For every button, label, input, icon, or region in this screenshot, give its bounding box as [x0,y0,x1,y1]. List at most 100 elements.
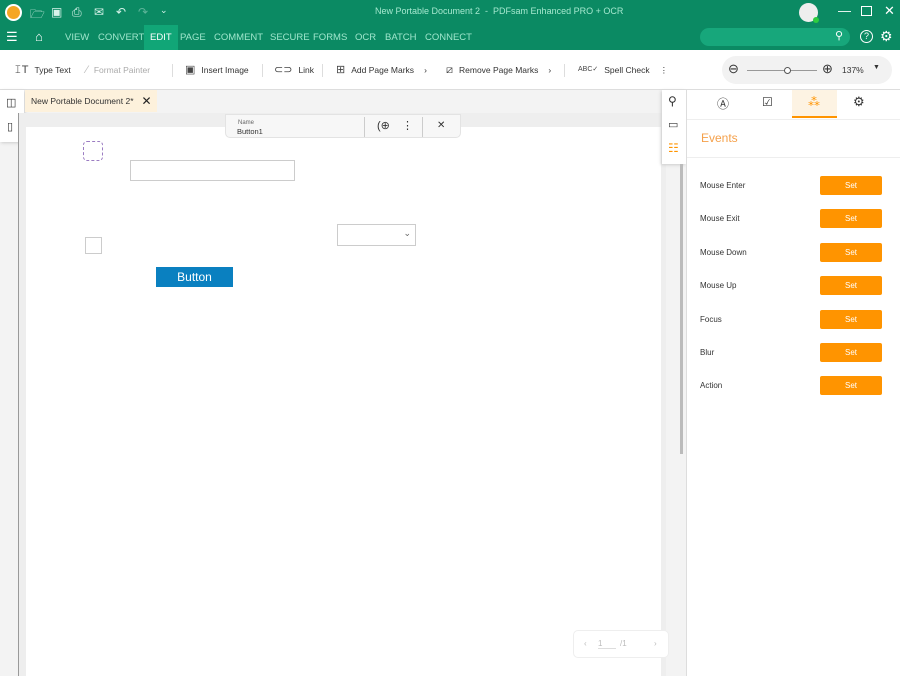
save-icon[interactable]: ▣ [51,5,62,19]
menu-ocr[interactable]: OCR [355,25,376,50]
set-event-button[interactable]: Set [820,276,882,296]
prev-page-icon[interactable]: ‹ [584,639,587,648]
event-label: Mouse Down [700,247,747,257]
menu-connect[interactable]: CONNECT [425,25,472,50]
page-input[interactable]: 1 [598,639,616,649]
open-icon[interactable]: 🗁 [30,5,45,26]
close-icon[interactable]: ✕ [437,120,445,131]
set-event-button[interactable]: Set [820,343,882,362]
scrollbar[interactable] [680,164,683,454]
event-label: Mouse Enter [700,181,746,190]
dropdown-field[interactable]: ⌄ [337,224,416,246]
zoom-level[interactable]: 137% [842,65,864,75]
bookmark-icon[interactable]: ▯ [7,120,13,133]
name-label: Name [238,120,255,126]
menu-convert[interactable]: CONVERT [98,25,144,50]
menu-view[interactable]: VIEW [65,25,89,50]
panel-title: Events [701,131,738,145]
spell-check-icon: ABC✓ [578,66,599,73]
radio-field-selected[interactable] [83,141,103,161]
spell-check-button[interactable]: ABC✓ Spell Check ⋮ [578,50,668,90]
divider [172,64,173,77]
type-text-button[interactable]: 𝙸T Type Text [14,50,71,90]
divider [322,64,323,77]
tab-events[interactable]: ⁂ [792,90,837,118]
settings-icon[interactable]: ⚙ [880,28,893,45]
checkbox-field[interactable] [85,237,102,254]
pdf-page [26,127,661,676]
zoom-slider[interactable] [747,67,817,74]
menu-secure[interactable]: SECURE [270,25,310,50]
maximize-icon[interactable] [861,6,872,16]
tab-options[interactable]: ☑ [762,95,773,109]
avatar[interactable] [799,3,819,23]
panel-icon[interactable]: ▭ [668,118,678,131]
title-bar: 🗁 ▣ ⎙ ✉ ↶ ↷ ⌄ New Portable Document 2 - … [0,0,900,25]
event-label: Action [700,381,723,391]
type-text-icon: 𝙸T [14,64,29,76]
remove-page-marks-button[interactable]: ⧄ Remove Page Marks › [446,50,551,90]
text-field[interactable] [130,160,295,181]
close-icon[interactable]: ✕ [884,3,895,19]
chevron-down-icon[interactable]: ⌄ [160,5,168,16]
zoom-out-icon[interactable]: ⊖ [728,61,739,77]
help-icon[interactable]: ? [860,30,873,43]
tab-settings[interactable]: ⚙ [853,94,865,110]
event-label: Mouse Up [700,281,737,291]
remove-page-icon: ⧄ [446,64,453,76]
pager: ‹ 1 /1 › [573,630,669,658]
add-action-icon[interactable]: (⊕ [377,119,390,132]
properties-icon[interactable]: ☷ [668,141,679,155]
window-title: New Portable Document 2 - PDFsam Enhance… [375,6,624,16]
search-input[interactable]: ⚲ [700,28,850,46]
cursor-click-icon: ⁂ [808,95,820,109]
event-label: Blur [700,348,715,357]
search-icon: ⚲ [834,30,843,42]
hamburger-icon[interactable]: ☰ [6,29,18,45]
brush-icon: ⁄ [86,64,88,76]
field-popup: Name Button1 (⊕ ⋮ ✕ [225,114,461,138]
undo-icon[interactable]: ↶ [116,5,126,19]
close-tab-icon[interactable]: ✕ [142,94,152,108]
menu-page[interactable]: PAGE [180,25,206,50]
event-label: Mouse Exit [700,214,740,224]
set-event-button[interactable]: Set [820,242,882,262]
minimize-icon[interactable]: — [838,3,851,18]
event-label: Focus [700,314,722,324]
redo-icon[interactable]: ↷ [138,5,148,19]
page-total: /1 [620,639,627,648]
set-event-button[interactable]: Set [820,209,882,229]
set-event-button[interactable]: Set [820,309,882,329]
tab-appearance[interactable]: Ⓐ [717,95,729,112]
set-event-button[interactable]: Set [820,176,882,195]
sidebar-icon[interactable]: ◫ [6,96,16,109]
menu-batch[interactable]: BATCH [385,25,417,50]
menu-comment[interactable]: COMMENT [214,25,263,50]
divider [564,64,565,77]
form-button[interactable]: Button [156,267,233,287]
insert-image-button[interactable]: ▣ Insert Image [185,50,249,90]
zoom-control: ⊖ ⊕ 137% ▼ [722,56,892,84]
set-event-button[interactable]: Set [820,376,882,396]
page-canvas [18,113,666,676]
zoom-in-icon[interactable]: ⊕ [822,61,833,77]
link-icon: ⊂⊃ [274,64,293,76]
print-icon[interactable]: ⎙ [72,5,82,20]
home-icon[interactable]: ⌂ [35,29,43,44]
link-button[interactable]: ⊂⊃ Link [274,50,314,90]
menu-edit[interactable]: EDIT [144,25,178,50]
menu-forms[interactable]: FORMS [313,25,347,50]
chevron-down-icon[interactable]: ▼ [873,64,880,71]
add-page-marks-button[interactable]: ⊞ Add Page Marks › [336,50,427,90]
name-field[interactable]: Button1 [237,127,263,136]
next-page-icon[interactable]: › [654,639,657,648]
doc-tab[interactable]: New Portable Document 2* ✕ [25,90,157,112]
toolbar: 𝙸T Type Text ⁄ Format Painter ▣ Insert Imag… [0,50,900,90]
format-painter-button[interactable]: ⁄ Format Painter [86,50,150,90]
email-icon[interactable]: ✉ [94,5,104,19]
more-icon[interactable]: ⋮ [402,119,413,132]
divider [262,64,263,77]
chevron-down-icon: ⌄ [403,228,411,238]
search-icon[interactable]: ⚲ [668,94,677,108]
menu-bar: ☰ ⌂ VIEW CONVERT EDIT PAGE COMMENT SECUR… [0,25,900,50]
